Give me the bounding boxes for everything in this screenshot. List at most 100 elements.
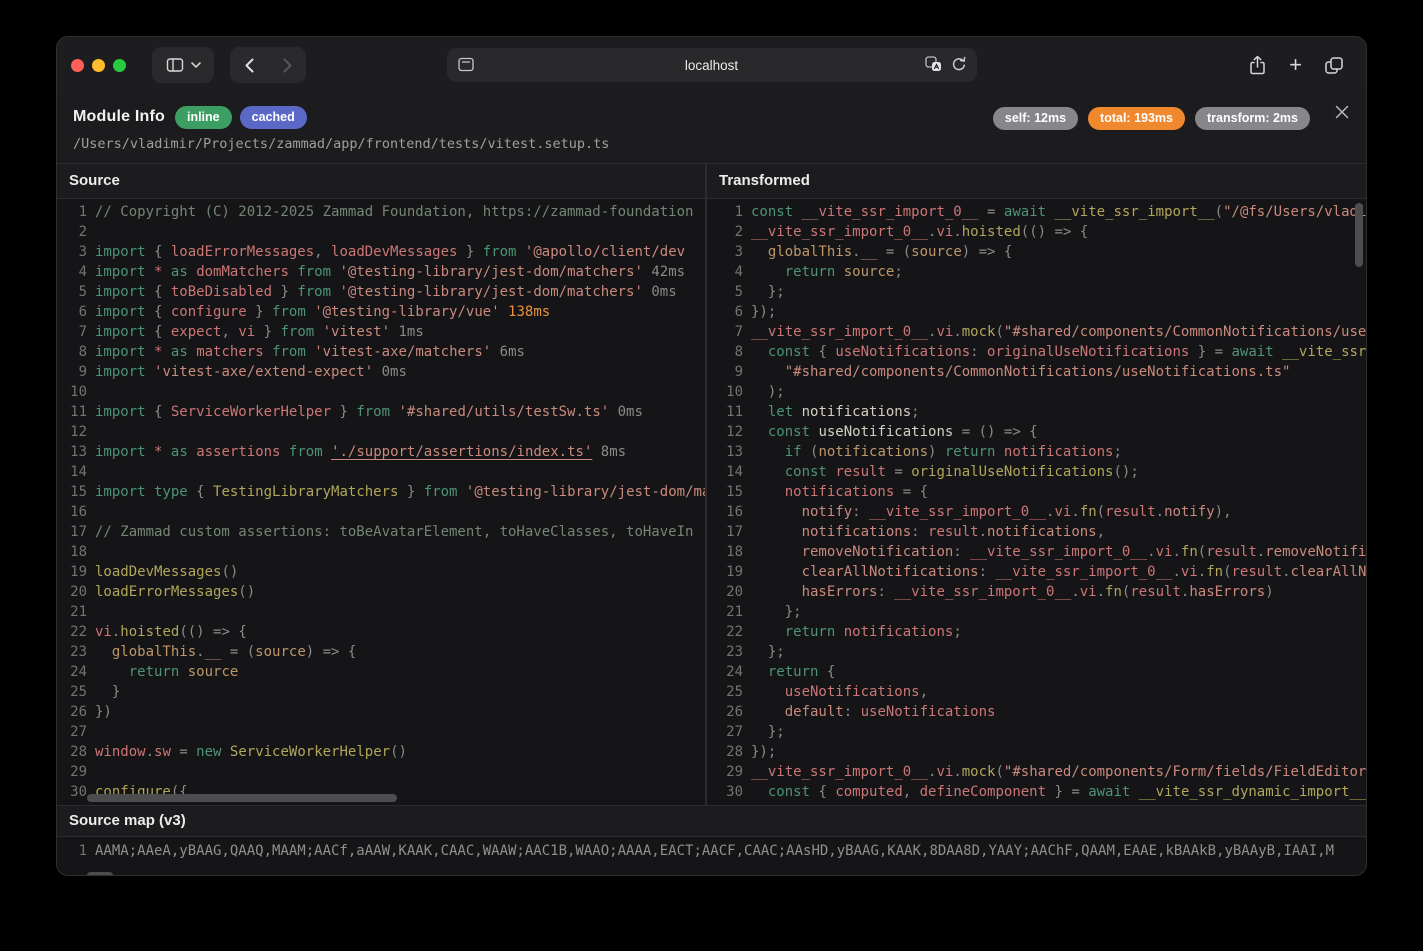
transformed-pane-title: Transformed: [707, 164, 810, 198]
timing-metrics: self: 12mstotal: 193mstransform: 2ms: [993, 107, 1310, 130]
code-line: 26 default: useNotifications: [707, 702, 1366, 722]
sourcemap-body[interactable]: 1 AAMA;AAeA,yBAAG,QAAQ,MAAM;AACf,aAAW,KA…: [57, 836, 1366, 876]
sourcemap-title: Source map (v3): [57, 805, 1366, 836]
code-line: 9 "#shared/components/CommonNotification…: [707, 362, 1366, 382]
close-window-button[interactable]: [71, 59, 84, 72]
code-line: 25 }: [57, 682, 705, 702]
code-line: 1// Copyright (C) 2012-2025 Zammad Found…: [57, 202, 705, 222]
code-line: 22vi.hoisted(() => {: [57, 622, 705, 642]
code-line: 3 globalThis.__ = (source) => {: [707, 242, 1366, 262]
reload-icon[interactable]: [951, 56, 967, 73]
transformed-pane[interactable]: 1const __vite_ssr_import_0__ = await __v…: [707, 199, 1366, 805]
chevron-down-icon: [191, 61, 201, 69]
minimize-window-button[interactable]: [92, 59, 105, 72]
code-line: 21 };: [707, 602, 1366, 622]
transformed-code: 1const __vite_ssr_import_0__ = await __v…: [707, 199, 1366, 802]
address-bar[interactable]: localhost: [447, 48, 977, 82]
code-line: 8 const { useNotifications: originalUseN…: [707, 342, 1366, 362]
source-horizontal-scrollbar[interactable]: [87, 794, 397, 802]
code-line: 10 );: [707, 382, 1366, 402]
url-text: localhost: [685, 58, 738, 73]
sourcemap-line-number: 1: [57, 843, 87, 859]
share-icon: [1248, 55, 1267, 76]
code-line: 22 return notifications;: [707, 622, 1366, 642]
code-line: 20loadErrorMessages(): [57, 582, 705, 602]
code-line: 14: [57, 462, 705, 482]
tab-overview-icon: [1324, 56, 1344, 75]
new-tab-button[interactable]: +: [1289, 54, 1302, 76]
code-line: 15import type { TestingLibraryMatchers }…: [57, 482, 705, 502]
code-line: 13 if (notifications) return notificatio…: [707, 442, 1366, 462]
code-line: 17 notifications: result.notifications,: [707, 522, 1366, 542]
timing-badge: self: 12ms: [993, 107, 1078, 130]
sidebar-icon: [166, 57, 184, 73]
browser-titlebar: localhost: [57, 37, 1366, 93]
transformed-vertical-scrollbar[interactable]: [1355, 203, 1363, 267]
code-line: 17// Zammad custom assertions: toBeAvata…: [57, 522, 705, 542]
source-pane-title: Source: [57, 164, 707, 198]
forward-icon: [282, 58, 293, 73]
code-line: 9import 'vitest-axe/extend-expect' 0ms: [57, 362, 705, 382]
page-title: Module Info: [73, 108, 165, 126]
toolbar-right-controls: +: [1248, 54, 1352, 76]
code-line: 18 removeNotification: __vite_ssr_import…: [707, 542, 1366, 562]
code-line: 5 };: [707, 282, 1366, 302]
code-line: 12: [57, 422, 705, 442]
code-line: 21: [57, 602, 705, 622]
source-pane[interactable]: 1// Copyright (C) 2012-2025 Zammad Found…: [57, 199, 707, 805]
code-line: 30 const { computed, defineComponent } =…: [707, 782, 1366, 802]
code-line: 11import { ServiceWorkerHelper } from '#…: [57, 402, 705, 422]
timing-badge: transform: 2ms: [1195, 107, 1310, 130]
code-line: 15 notifications = {: [707, 482, 1366, 502]
close-panel-button[interactable]: [1334, 104, 1350, 120]
back-icon: [244, 58, 255, 73]
forward-button[interactable]: [268, 58, 306, 73]
code-line: 24 return source: [57, 662, 705, 682]
code-line: 29: [57, 762, 705, 782]
code-line: 12 const useNotifications = () => {: [707, 422, 1366, 442]
code-line: 7import { expect, vi } from 'vitest' 1ms: [57, 322, 705, 342]
tab-overview-button[interactable]: [1324, 56, 1344, 75]
code-panes: 1// Copyright (C) 2012-2025 Zammad Found…: [57, 199, 1366, 805]
module-file-path: /Users/vladimir/Projects/zammad/app/fron…: [73, 136, 1350, 152]
code-line: 25 useNotifications,: [707, 682, 1366, 702]
code-line: 2__vite_ssr_import_0__.vi.hoisted(() => …: [707, 222, 1366, 242]
code-line: 23 };: [707, 642, 1366, 662]
code-line: 23 globalThis.__ = (source) => {: [57, 642, 705, 662]
code-line: 5import { toBeDisabled } from '@testing-…: [57, 282, 705, 302]
code-line: 6});: [707, 302, 1366, 322]
code-line: 24 return {: [707, 662, 1366, 682]
code-line: 16: [57, 502, 705, 522]
code-line: 3import { loadErrorMessages, loadDevMess…: [57, 242, 705, 262]
code-line: 19 clearAllNotifications: __vite_ssr_imp…: [707, 562, 1366, 582]
code-line: 19loadDevMessages(): [57, 562, 705, 582]
code-line: 7__vite_ssr_import_0__.vi.mock("#shared/…: [707, 322, 1366, 342]
close-icon: [1334, 104, 1350, 120]
traffic-lights: [71, 59, 126, 72]
share-button[interactable]: [1248, 55, 1267, 76]
zoom-window-button[interactable]: [113, 59, 126, 72]
code-line: 13import * as assertions from './support…: [57, 442, 705, 462]
code-line: 8import * as matchers from 'vitest-axe/m…: [57, 342, 705, 362]
code-line: 11 let notifications;: [707, 402, 1366, 422]
code-line: 28});: [707, 742, 1366, 762]
code-line: 4import * as domMatchers from '@testing-…: [57, 262, 705, 282]
code-line: 27 };: [707, 722, 1366, 742]
sourcemap-horizontal-scrollbar[interactable]: [87, 872, 113, 876]
page-icon: [458, 57, 474, 72]
code-line: 10: [57, 382, 705, 402]
browser-window: localhost: [56, 36, 1367, 876]
source-code: 1// Copyright (C) 2012-2025 Zammad Found…: [57, 199, 705, 802]
code-line: 6import { configure } from '@testing-lib…: [57, 302, 705, 322]
code-line: 4 return source;: [707, 262, 1366, 282]
back-button[interactable]: [230, 58, 268, 73]
sidebar-toggle-button[interactable]: [152, 47, 214, 83]
code-line: 20 hasErrors: __vite_ssr_import_0__.vi.f…: [707, 582, 1366, 602]
module-badge: inline: [175, 106, 232, 129]
code-line: 27: [57, 722, 705, 742]
module-badges: inline cached: [175, 106, 307, 129]
module-badge: cached: [240, 106, 307, 129]
code-line: 14 const result = originalUseNotificatio…: [707, 462, 1366, 482]
sourcemap-mapping-text: AAMA;AAeA,yBAAG,QAAQ,MAAM;AACf,aAAW,KAAK…: [87, 843, 1334, 859]
translate-icon[interactable]: [925, 56, 942, 73]
